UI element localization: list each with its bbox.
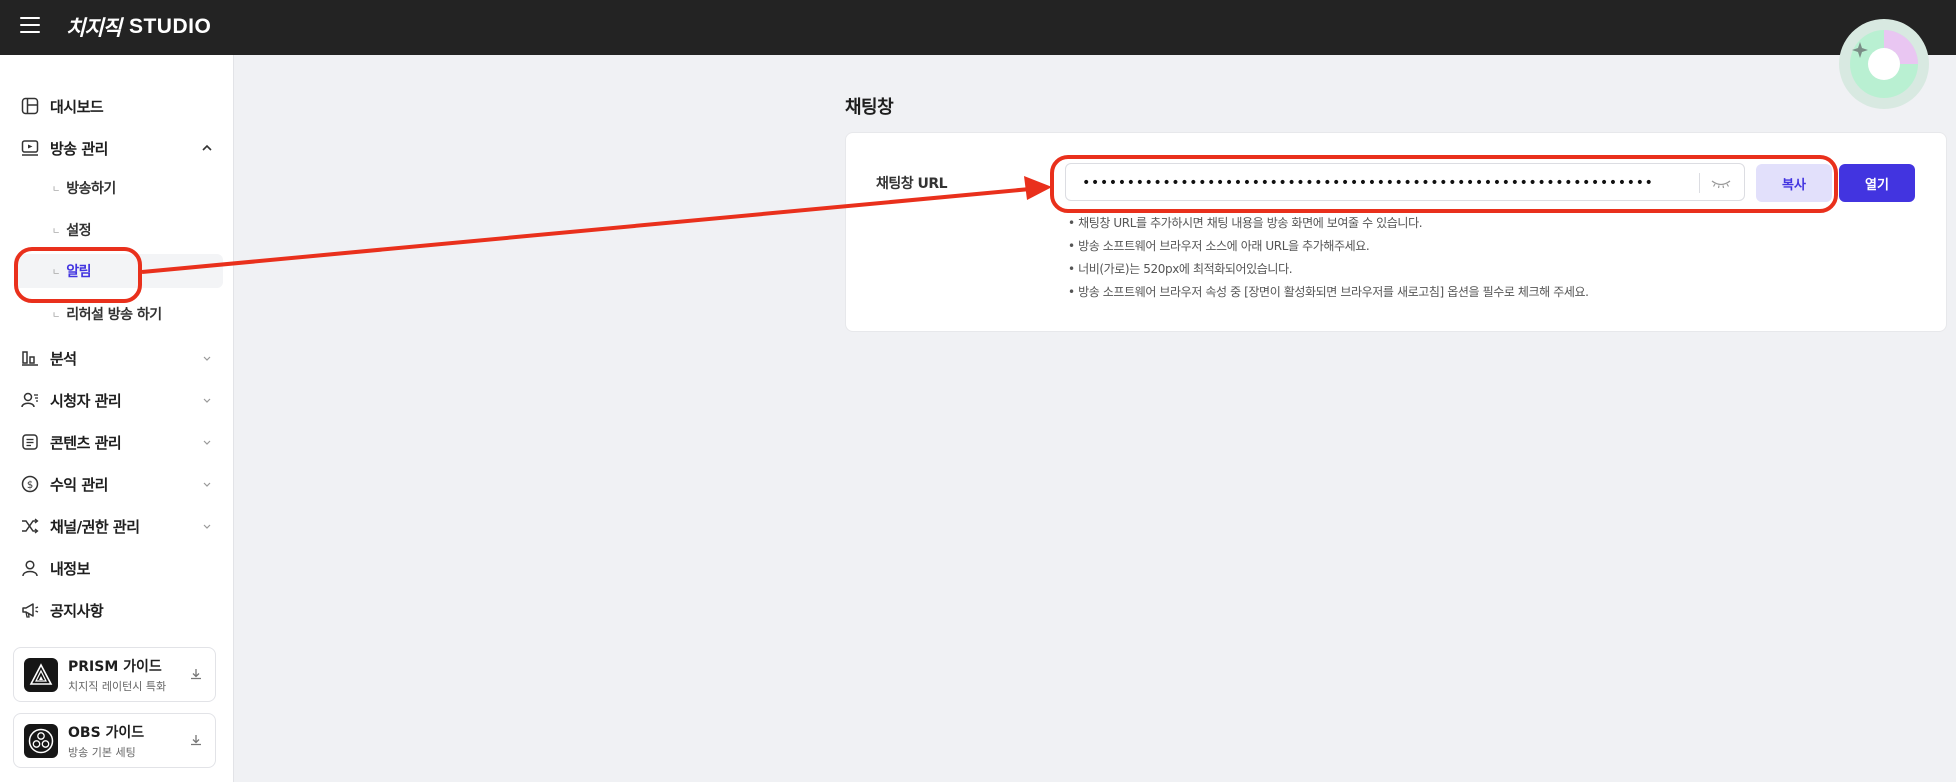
note-item: • 채팅창 URL를 추가하시면 채팅 내용을 방송 화면에 보여줄 수 있습니…	[1068, 216, 1423, 230]
obs-guide-card[interactable]: OBS 가이드 방송 기본 세팅	[13, 713, 216, 768]
open-button[interactable]: 열기	[1839, 164, 1915, 202]
viewers-icon	[20, 390, 40, 410]
sidebar-subitem-label: 방송하기	[66, 181, 116, 197]
sidebar-item-my-info[interactable]: 내정보	[14, 551, 224, 585]
content-icon	[20, 432, 40, 452]
sidebar-item-label: 공지사항	[50, 601, 104, 620]
sidebar-item-revenue[interactable]: $ 수익 관리	[14, 467, 224, 501]
chat-url-label: 채팅창 URL	[876, 176, 948, 192]
sidebar-item-broadcast[interactable]: 방송 관리	[14, 131, 224, 165]
logo[interactable]: 치지직 STUDIO	[66, 12, 211, 42]
sidebar-item-label: 내정보	[50, 559, 90, 578]
sidebar: 대시보드 방송 관리 ㄴ 방송하기 ㄴ 설정 ㄴ 알림 ㄴ 리허설 방송 하기 …	[0, 55, 234, 782]
svg-text:$: $	[27, 480, 33, 491]
sidebar-item-label: 시청자 관리	[50, 391, 122, 410]
chevron-down-icon[interactable]	[200, 519, 214, 533]
menu-icon[interactable]	[20, 17, 40, 33]
highlight-alerts-annotation	[14, 247, 142, 303]
chevron-down-icon[interactable]	[200, 393, 214, 407]
user-icon	[20, 558, 40, 578]
shuffle-icon	[20, 516, 40, 536]
broadcast-icon	[20, 138, 40, 158]
sidebar-item-analytics[interactable]: 분석	[14, 341, 224, 375]
sidebar-item-label: 대시보드	[50, 97, 104, 116]
annotation-arrow	[141, 176, 1052, 274]
profile-avatar[interactable]	[1838, 18, 1930, 110]
studio-logo-text: STUDIO	[128, 15, 212, 38]
sidebar-subitem-settings[interactable]: ㄴ 설정	[14, 213, 224, 247]
obs-logo-icon	[24, 723, 58, 758]
sidebar-item-dashboard[interactable]: 대시보드	[14, 89, 224, 123]
analytics-icon	[20, 348, 40, 368]
sidebar-item-viewers[interactable]: 시청자 관리	[14, 383, 224, 417]
sidebar-item-label: 콘텐츠 관리	[50, 433, 122, 452]
sidebar-item-label: 방송 관리	[50, 139, 108, 158]
chevron-down-icon[interactable]	[200, 435, 214, 449]
sidebar-item-notices[interactable]: 공지사항	[14, 593, 224, 627]
top-bar: 치지직 STUDIO	[0, 0, 1956, 55]
subitem-bullet: ㄴ	[52, 184, 61, 195]
brand-logo-text: 치지직	[66, 16, 122, 40]
prism-guide-card[interactable]: PRISM 가이드 치지직 레이턴시 특화	[13, 647, 216, 702]
chevron-down-icon[interactable]	[200, 351, 214, 365]
revenue-icon: $	[20, 474, 40, 494]
sidebar-subitem-go-live[interactable]: ㄴ 방송하기	[14, 171, 224, 205]
guide-subtitle: 치지직 레이턴시 특화	[68, 679, 167, 693]
download-icon[interactable]	[189, 733, 203, 747]
megaphone-icon	[20, 600, 40, 620]
sidebar-item-content[interactable]: 콘텐츠 관리	[14, 425, 224, 459]
sidebar-item-label: 채널/권한 관리	[50, 517, 140, 536]
sidebar-item-label: 분석	[50, 349, 77, 368]
sidebar-item-label: 수익 관리	[50, 475, 108, 494]
guide-title: PRISM 가이드	[68, 658, 162, 675]
subitem-bullet: ㄴ	[52, 226, 61, 237]
note-item: • 방송 소프트웨어 브라우저 속성 중 [장면이 활성화되면 브라우저를 새로…	[1068, 285, 1589, 299]
subitem-bullet: ㄴ	[52, 310, 61, 321]
guide-subtitle: 방송 기본 세팅	[68, 745, 136, 759]
highlight-url-annotation	[1050, 155, 1838, 213]
guide-title: OBS 가이드	[68, 724, 145, 741]
sidebar-subitem-label: 설정	[66, 223, 92, 239]
download-icon[interactable]	[189, 667, 203, 681]
note-item: • 너비(가로)는 520px에 최적화되어있습니다.	[1068, 262, 1293, 276]
chevron-down-icon[interactable]	[200, 477, 214, 491]
sidebar-item-channel-permissions[interactable]: 채널/권한 관리	[14, 509, 224, 543]
sidebar-subitem-label: 리허설 방송 하기	[66, 307, 162, 323]
note-item: • 방송 소프트웨어 브라우저 소스에 아래 URL을 추가해주세요.	[1068, 239, 1370, 253]
chevron-up-icon[interactable]	[200, 141, 214, 155]
page-title: 채팅창	[845, 97, 894, 118]
notes-list: • 채팅창 URL를 추가하시면 채팅 내용을 방송 화면에 보여줄 수 있습니…	[1068, 212, 1589, 304]
prism-logo-icon	[24, 657, 58, 692]
dashboard-icon	[20, 96, 40, 116]
